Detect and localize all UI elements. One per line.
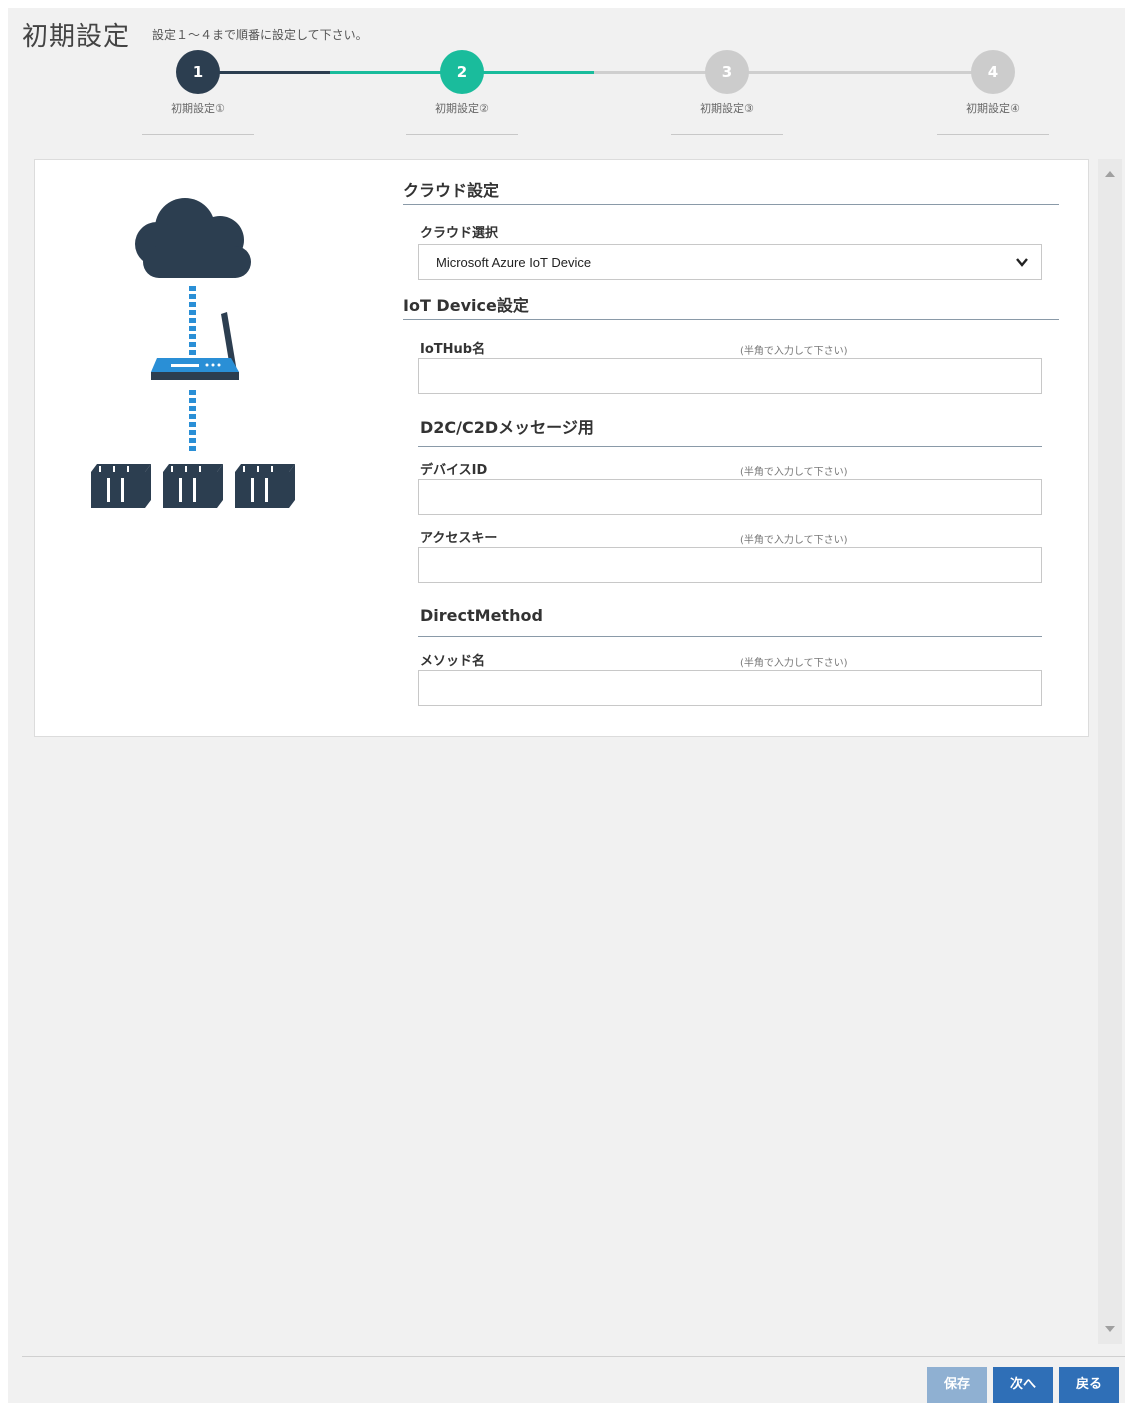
step-underline <box>406 134 518 135</box>
page-subtitle: 設定１～４まで順番に設定して下さい。 <box>152 28 368 42</box>
step-3[interactable]: 3 初期設定③ <box>667 48 787 135</box>
page: 初期設定 設定１～４まで順番に設定して下さい。 1 初期設定① 2 初期設定② … <box>8 8 1125 1403</box>
method-name-input[interactable] <box>418 670 1042 706</box>
direct-method-title: DirectMethod <box>420 606 543 625</box>
step-2[interactable]: 2 初期設定② <box>402 48 522 135</box>
iothub-name-input[interactable] <box>418 358 1042 394</box>
method-name-hint: (半角で入力して下さい) <box>740 658 848 669</box>
step-number: 1 <box>176 50 220 94</box>
d2c-c2d-divider <box>418 446 1042 447</box>
iothub-name-hint: (半角で入力して下さい) <box>740 346 848 357</box>
scroll-up-icon[interactable] <box>1105 171 1115 177</box>
footer-divider <box>22 1356 1125 1357</box>
d2c-c2d-title: D2C/C2Dメッセージ用 <box>420 418 594 437</box>
iothub-name-label: IoTHub名 <box>420 342 486 357</box>
next-button[interactable]: 次へ <box>993 1367 1053 1403</box>
step-number: 2 <box>440 50 484 94</box>
step-label: 初期設定③ <box>700 102 754 115</box>
step-label: 初期設定① <box>171 102 225 115</box>
cloud-icon <box>135 198 251 278</box>
step-underline <box>937 134 1049 135</box>
device-id-label: デバイスID <box>420 463 488 478</box>
step-underline <box>142 134 254 135</box>
vertical-scrollbar[interactable] <box>1098 159 1122 1344</box>
device-id-input[interactable] <box>418 479 1042 515</box>
cloud-settings-title: クラウド設定 <box>403 181 500 200</box>
access-key-label: アクセスキー <box>420 531 498 546</box>
step-label: 初期設定④ <box>966 102 1020 115</box>
cloud-select-label: クラウド選択 <box>420 226 499 241</box>
step-label: 初期設定② <box>435 102 489 115</box>
cloud-settings-divider <box>403 204 1059 205</box>
step-number: 4 <box>971 50 1015 94</box>
direct-method-divider <box>418 636 1042 637</box>
access-key-input[interactable] <box>418 547 1042 583</box>
iot-device-settings-divider <box>403 319 1059 320</box>
step-underline <box>671 134 783 135</box>
save-button[interactable]: 保存 <box>927 1367 987 1403</box>
network-diagram-illustration <box>91 198 295 508</box>
cloud-select-value: Microsoft Azure IoT Device <box>436 255 592 270</box>
device-id-hint: (半角で入力して下さい) <box>740 467 848 478</box>
back-button[interactable]: 戻る <box>1059 1367 1119 1403</box>
stepper: 1 初期設定① 2 初期設定② 3 初期設定③ 4 初期設定④ <box>8 48 1125 148</box>
scroll-down-icon[interactable] <box>1105 1326 1115 1332</box>
method-name-label: メソッド名 <box>420 654 486 669</box>
step-number: 3 <box>705 50 749 94</box>
plc-devices-icon <box>91 464 295 508</box>
chevron-down-icon <box>1016 258 1028 267</box>
cloud-select[interactable]: Microsoft Azure IoT Device <box>418 244 1042 280</box>
iot-device-settings-title: IoT Device設定 <box>403 296 529 315</box>
settings-panel: クラウド設定 クラウド選択 Microsoft Azure IoT Device… <box>34 159 1089 737</box>
step-4[interactable]: 4 初期設定④ <box>933 48 1053 135</box>
step-1[interactable]: 1 初期設定① <box>138 48 258 135</box>
access-key-hint: (半角で入力して下さい) <box>740 535 848 546</box>
